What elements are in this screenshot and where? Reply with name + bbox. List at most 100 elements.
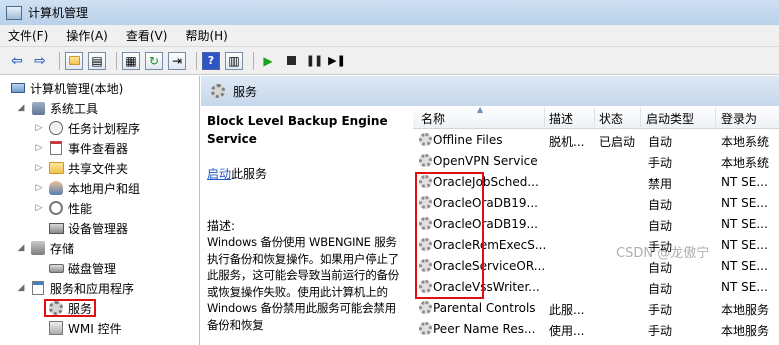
column-startup-type[interactable]: 启动类型 bbox=[646, 110, 694, 127]
menu-file[interactable]: 文件(F) bbox=[8, 27, 48, 44]
tree-item-performance[interactable]: ▷ 性能 bbox=[34, 198, 92, 218]
tree-item-services[interactable]: 服务 bbox=[44, 298, 97, 318]
menu-help[interactable]: 帮助(H) bbox=[185, 27, 227, 44]
collapsed-twisty-icon[interactable]: ▷ bbox=[34, 143, 44, 153]
back-arrow-icon[interactable]: ⇦ bbox=[8, 52, 26, 70]
service-row[interactable]: Parental Controls 此服... 手动 本地服务 bbox=[413, 298, 779, 319]
tree-item-event-viewer[interactable]: ▷ 事件查看器 bbox=[34, 138, 128, 158]
computer-management-icon bbox=[6, 5, 22, 20]
event-log-icon bbox=[48, 140, 64, 156]
tree-item-label: 磁盘管理 bbox=[68, 261, 117, 276]
help-icon[interactable]: ? bbox=[202, 51, 220, 70]
description-label: 描述: bbox=[207, 219, 236, 233]
start-service-link[interactable]: 启动 bbox=[207, 167, 231, 181]
tree-item-task-scheduler[interactable]: ▷ 任务计划程序 bbox=[34, 118, 140, 138]
toolbar-divider bbox=[253, 51, 254, 70]
properties-icon[interactable]: ▦ bbox=[122, 51, 140, 70]
disk-icon bbox=[48, 260, 64, 276]
service-name: Parental Controls bbox=[433, 301, 536, 315]
menu-view[interactable]: 查看(V) bbox=[126, 27, 168, 44]
sort-ascending-icon: ▲ bbox=[477, 105, 484, 114]
service-row[interactable]: OpenVPN Service 手动 本地系统 bbox=[413, 151, 779, 172]
tree-item-label: 服务 bbox=[68, 301, 93, 316]
toolbar-divider bbox=[116, 51, 117, 70]
start-service-suffix: 此服务 bbox=[231, 167, 268, 181]
service-status: 已启动 bbox=[599, 135, 636, 149]
tree-item-wmi-control[interactable]: WMI 控件 bbox=[48, 318, 122, 338]
service-gear-icon bbox=[419, 322, 432, 335]
service-row[interactable]: Offline Files 脱机... 已启动 自动 本地系统 bbox=[413, 130, 779, 151]
stop-service-icon[interactable] bbox=[282, 52, 300, 70]
collapsed-twisty-icon[interactable]: ▷ bbox=[34, 123, 44, 133]
tree-item-local-users-groups[interactable]: ▷ 本地用户和组 bbox=[34, 178, 140, 198]
column-name[interactable]: 名称 bbox=[421, 110, 445, 127]
column-divider[interactable] bbox=[594, 108, 595, 127]
column-divider[interactable] bbox=[715, 108, 716, 127]
menu-action[interactable]: 操作(A) bbox=[66, 27, 108, 44]
service-desc: 此服... bbox=[549, 303, 585, 317]
service-gear-icon bbox=[419, 301, 432, 314]
service-logon: NT SE... bbox=[721, 238, 768, 252]
tree-item-label: 共享文件夹 bbox=[68, 161, 129, 176]
tree-item-storage[interactable]: ◢ 存储 bbox=[16, 238, 74, 258]
tree-item-system-tools[interactable]: ◢ 系统工具 bbox=[16, 98, 98, 118]
column-description[interactable]: 描述 bbox=[549, 110, 573, 127]
service-name: Offline Files bbox=[433, 133, 503, 147]
toolbar-divider bbox=[196, 51, 197, 70]
service-logon: 本地系统 bbox=[721, 135, 770, 149]
service-gear-icon bbox=[419, 133, 432, 146]
selected-highlight-box: 服务 bbox=[44, 299, 97, 317]
service-logon: NT SE... bbox=[721, 217, 768, 231]
toolbar: ⇦ ⇨ ▤ ▦ ↻ ⇥ ? ▥ ▶ ❚❚ ▶❚ bbox=[0, 47, 779, 75]
toolbar-divider bbox=[59, 51, 60, 70]
service-logon: 本地服务 bbox=[721, 324, 770, 338]
service-name: OpenVPN Service bbox=[433, 154, 538, 168]
restart-service-icon[interactable]: ▶❚ bbox=[328, 52, 346, 70]
tree-item-shared-folders[interactable]: ▷ 共享文件夹 bbox=[34, 158, 128, 178]
service-startup: 自动 bbox=[648, 198, 673, 212]
collapsed-twisty-icon[interactable]: ▷ bbox=[34, 163, 44, 173]
tree-item-device-manager[interactable]: 设备管理器 bbox=[48, 218, 128, 238]
storage-icon bbox=[30, 240, 46, 256]
tree-item-label: 本地用户和组 bbox=[68, 181, 141, 196]
service-startup: 自动 bbox=[648, 219, 673, 233]
expanded-twisty-icon[interactable]: ◢ bbox=[16, 243, 26, 253]
start-service-line: 启动此服务 bbox=[207, 165, 267, 182]
users-icon bbox=[48, 180, 64, 196]
apps-icon bbox=[30, 280, 46, 296]
collapsed-twisty-icon[interactable]: ▷ bbox=[34, 183, 44, 193]
service-row[interactable]: Peer Name Res... 使用... 手动 本地服务 bbox=[413, 319, 779, 340]
column-divider[interactable] bbox=[640, 108, 641, 127]
refresh-icon[interactable]: ↻ bbox=[145, 51, 163, 70]
folder-up-icon[interactable] bbox=[65, 51, 83, 70]
export-icon[interactable]: ⇥ bbox=[168, 51, 186, 70]
service-startup: 手动 bbox=[648, 303, 673, 317]
forward-arrow-icon[interactable]: ⇨ bbox=[31, 52, 49, 70]
oracle-services-highlight-box bbox=[415, 172, 484, 299]
show-hide-tree-icon[interactable]: ▤ bbox=[88, 51, 106, 70]
title-bar: 计算机管理 bbox=[0, 0, 779, 25]
tree-item-computer-management[interactable]: 计算机管理(本地) bbox=[10, 78, 123, 98]
pause-service-icon[interactable]: ❚❚ bbox=[305, 52, 323, 70]
view-icon[interactable]: ▥ bbox=[225, 51, 243, 70]
tree-item-label: 存储 bbox=[50, 241, 75, 256]
column-status[interactable]: 状态 bbox=[599, 110, 623, 127]
service-logon: 本地服务 bbox=[721, 303, 770, 317]
tree-item-disk-management[interactable]: 磁盘管理 bbox=[48, 258, 116, 278]
menu-bar: 文件(F) 操作(A) 查看(V) 帮助(H) bbox=[0, 25, 779, 47]
computer-icon bbox=[10, 80, 26, 96]
description-text: Windows 备份使用 WBENGINE 服务执行备份和恢复操作。如果用户停止… bbox=[207, 235, 400, 332]
column-logon-as[interactable]: 登录为 bbox=[721, 110, 757, 127]
column-divider[interactable] bbox=[544, 108, 545, 127]
service-startup: 禁用 bbox=[648, 177, 673, 191]
start-service-icon[interactable]: ▶ bbox=[259, 52, 277, 70]
collapsed-twisty-icon[interactable]: ▷ bbox=[34, 203, 44, 213]
service-startup: 手动 bbox=[648, 324, 673, 338]
wmi-icon bbox=[48, 320, 64, 336]
expanded-twisty-icon[interactable]: ◢ bbox=[16, 103, 26, 113]
shared-folder-icon bbox=[48, 160, 64, 176]
service-startup: 手动 bbox=[648, 156, 673, 170]
tree-item-services-and-applications[interactable]: ◢ 服务和应用程序 bbox=[16, 278, 134, 298]
expanded-twisty-icon[interactable]: ◢ bbox=[16, 283, 26, 293]
service-name: Peer Name Res... bbox=[433, 322, 536, 336]
